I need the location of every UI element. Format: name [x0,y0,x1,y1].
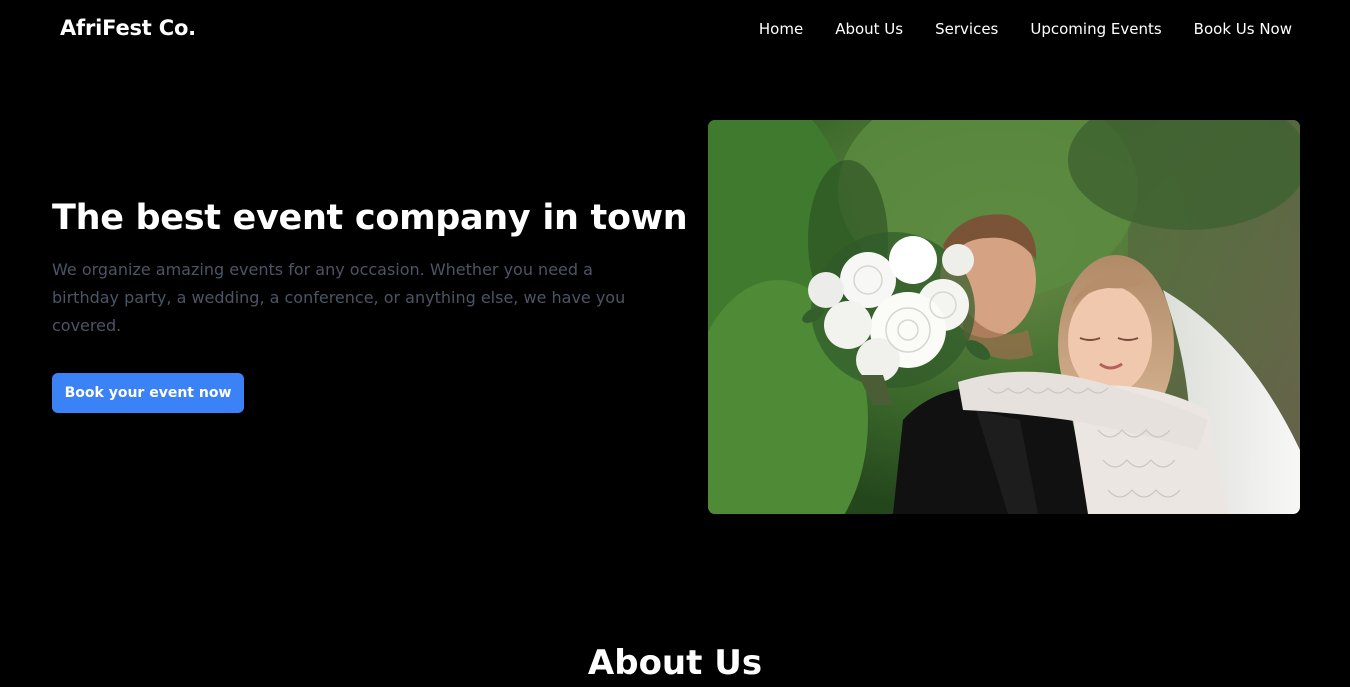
hero-title: The best event company in town [52,198,688,238]
hero-description: We organize amazing events for any occas… [52,260,626,335]
nav-link-home[interactable]: Home [759,20,803,38]
nav-link-upcoming-events[interactable]: Upcoming Events [1030,20,1161,38]
nav-item-about: About Us [835,19,903,38]
book-event-button[interactable]: Book your event now [52,373,244,413]
nav-link-services[interactable]: Services [935,20,998,38]
wedding-photo-illustration [708,120,1300,514]
hero-wedding-image [708,120,1300,514]
nav-link-about[interactable]: About Us [835,20,903,38]
nav-item-services: Services [935,19,998,38]
main-nav: Home About Us Services Upcoming Events B… [759,19,1292,38]
brand-logo[interactable]: AfriFest Co. [60,16,196,40]
nav-item-home: Home [759,19,803,38]
about-us-heading: About Us [587,643,763,683]
nav-item-book-us-now: Book Us Now [1194,19,1292,38]
nav-item-upcoming-events: Upcoming Events [1030,19,1161,38]
page: AfriFest Co. Home About Us Services Upco… [0,0,1350,687]
nav-link-book-us-now[interactable]: Book Us Now [1194,20,1292,38]
site-header: AfriFest Co. Home About Us Services Upco… [0,0,1350,60]
